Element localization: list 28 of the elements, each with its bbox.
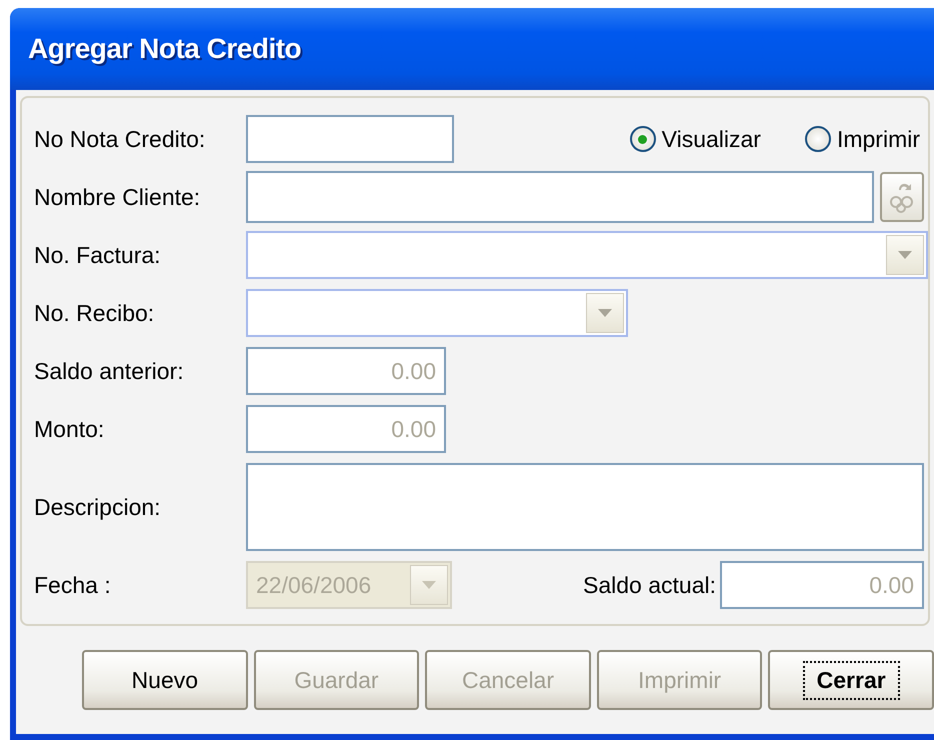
text-area[interactable] <box>246 463 924 551</box>
dropdown-field[interactable] <box>246 231 928 279</box>
field-label: Monto: <box>34 416 106 442</box>
dropdown-button[interactable] <box>586 293 624 333</box>
radio-button[interactable]: Imprimir <box>804 126 920 152</box>
field-label: Saldo actual: <box>583 572 716 598</box>
field-label: Nombre Cliente: <box>34 184 202 210</box>
field-label: Fecha : <box>34 572 112 598</box>
caret-icon <box>422 581 436 589</box>
action-button[interactable]: Cerrar <box>768 650 934 710</box>
dropdown-button[interactable] <box>886 235 924 275</box>
field-label: No. Recibo: <box>34 300 156 326</box>
field-label: No Nota Credito: <box>34 126 206 152</box>
text-field[interactable] <box>246 171 874 223</box>
caret-icon <box>898 251 912 259</box>
field-label: Descripcion: <box>34 494 162 520</box>
field-label: No. Factura: <box>34 242 162 268</box>
number-field[interactable]: 0.00 <box>246 405 446 453</box>
field-label: Saldo anterior: <box>34 358 185 384</box>
action-button[interactable]: Nuevo <box>82 650 248 710</box>
text-field[interactable] <box>246 115 454 163</box>
number-field[interactable]: 0.00 <box>720 561 924 609</box>
dropdown-field[interactable] <box>246 289 628 337</box>
lookup-button[interactable] <box>880 172 924 222</box>
caret-icon <box>598 309 612 317</box>
radio-button[interactable]: Visualizar <box>630 126 761 152</box>
number-field[interactable]: 0.00 <box>246 347 446 395</box>
window-title: Agregar Nota Credito <box>28 33 302 65</box>
